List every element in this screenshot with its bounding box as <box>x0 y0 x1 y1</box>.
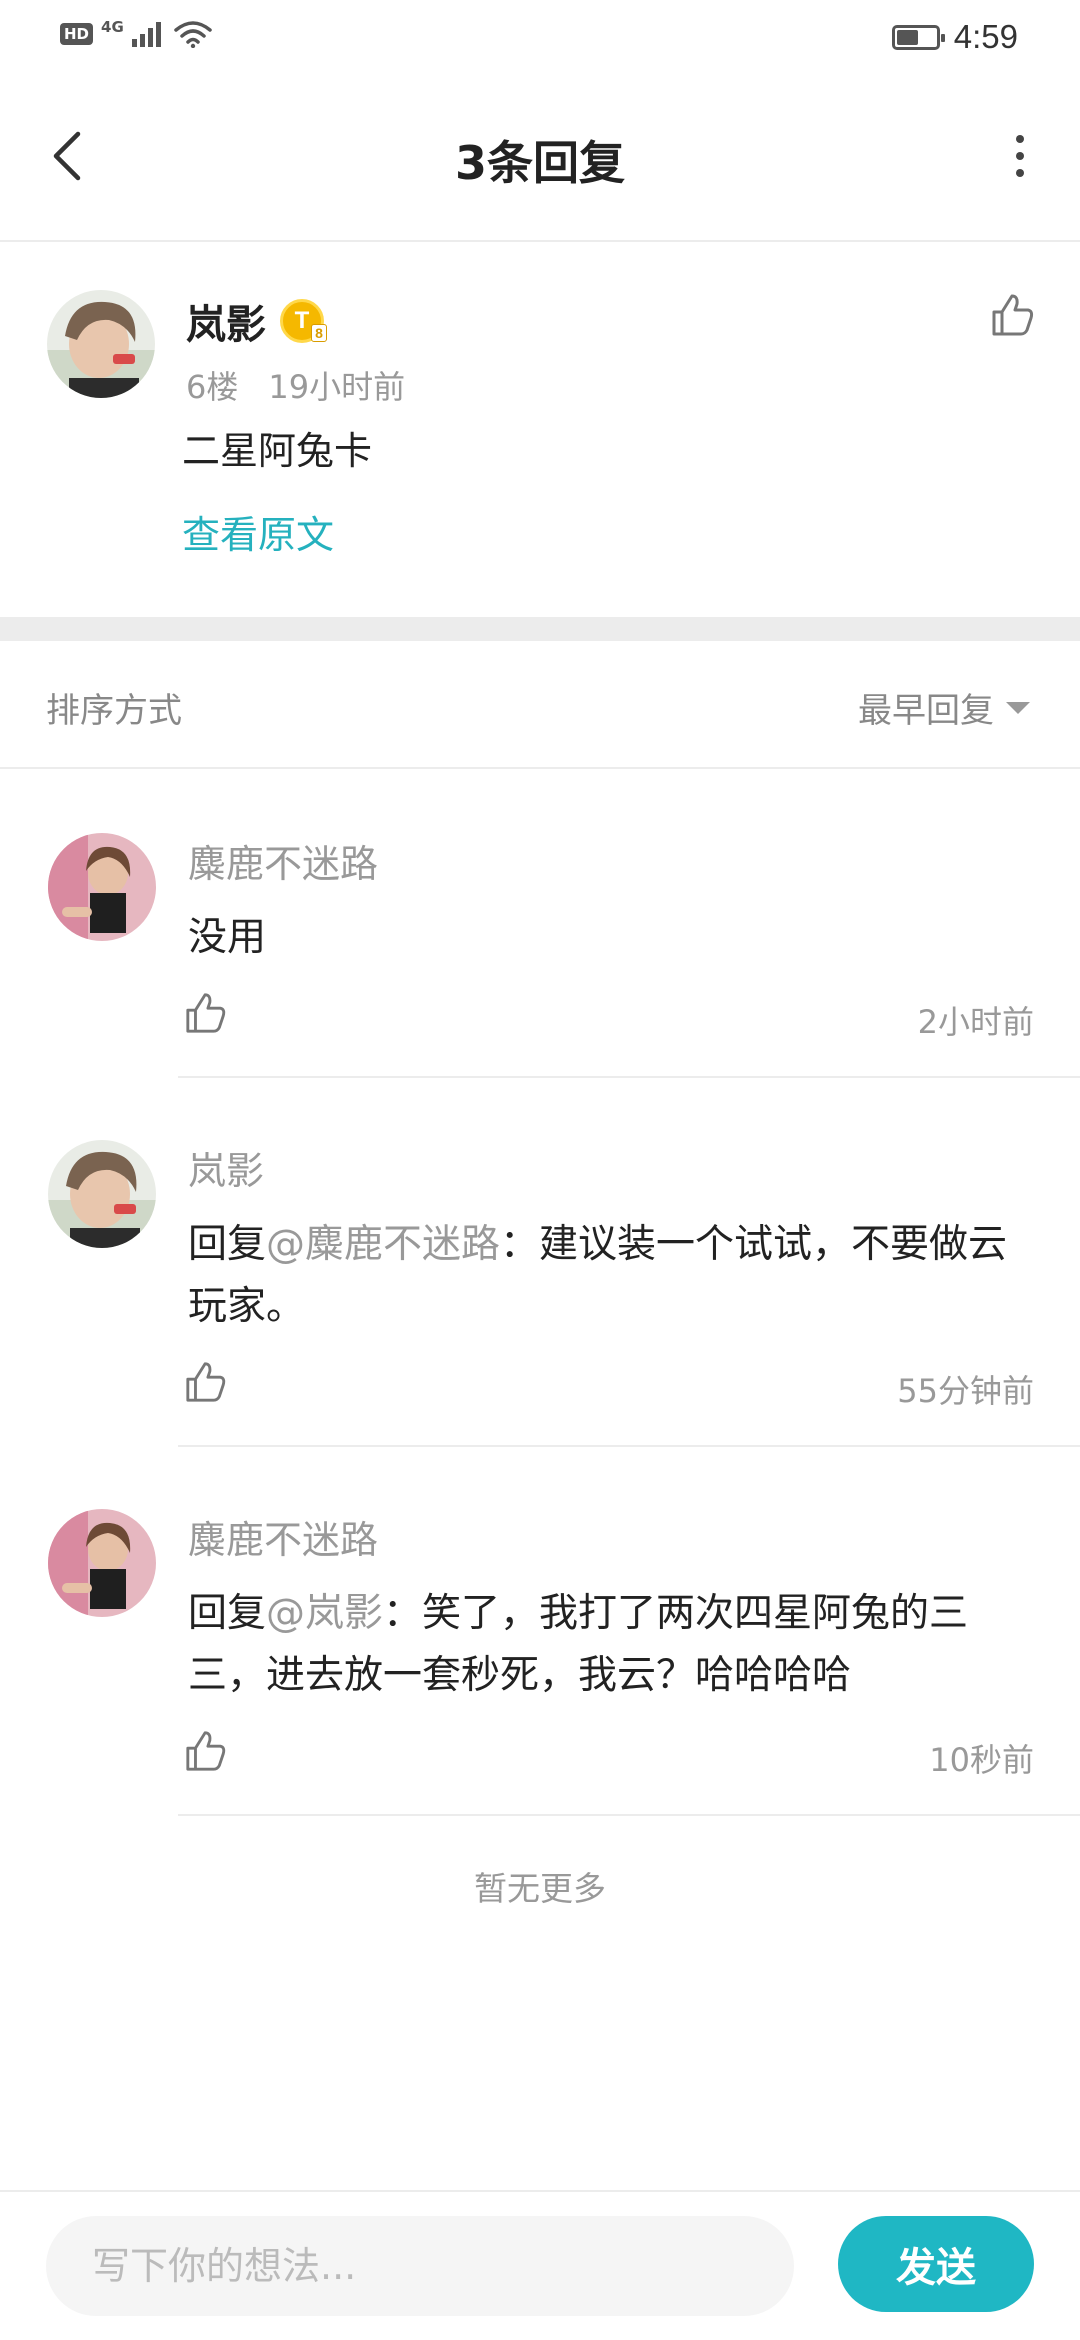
hd-badge: HD <box>60 23 94 45</box>
reply-prefix: 回复 <box>188 1222 267 1267</box>
badge-letter: T <box>294 307 310 334</box>
page-title: 3条回复 <box>454 136 625 190</box>
send-button[interactable]: 发送 <box>838 2216 1034 2312</box>
more-vertical-icon-dot <box>1016 152 1024 160</box>
more-vertical-icon-dot <box>1016 169 1024 177</box>
section-divider <box>0 617 1080 641</box>
reply-time: 2小时前 <box>917 1003 1034 1041</box>
reply-time: 55分钟前 <box>897 1372 1034 1410</box>
status-bar: HD 4G 4:59 <box>0 0 1080 75</box>
mention-link[interactable]: @岚影 <box>266 1591 383 1636</box>
caret-down-icon <box>1006 701 1030 714</box>
signal-icon <box>131 22 161 47</box>
level-badge-icon: T 8 <box>280 299 327 343</box>
reply-author[interactable]: 麋鹿不迷路 <box>188 833 378 888</box>
reply-item: 岚影 回复@麋鹿不迷路：建议装一个试试，不要做云玩家。 55分钟前 <box>0 1078 1080 1447</box>
reply-author[interactable]: 岚影 <box>188 1140 264 1195</box>
reply-prefix: 回复 <box>188 1591 267 1636</box>
post-text: 二星阿兔卡 <box>182 429 373 473</box>
post-author-row: 岚影 T 8 <box>186 292 327 350</box>
sort-label: 排序方式 <box>46 691 182 731</box>
comment-composer: 发送 <box>0 2190 1080 2340</box>
sort-dropdown[interactable]: 最早回复 <box>858 683 1030 732</box>
reply-item: 麋鹿不迷路 回复@岚影：笑了，我打了两次四星阿兔的三三，进去放一套秒死，我云？哈… <box>0 1447 1080 1816</box>
avatar-image <box>48 833 156 941</box>
more-vertical-icon <box>1016 135 1024 143</box>
status-left: HD 4G <box>60 18 212 48</box>
badge-sub: 8 <box>311 324 327 342</box>
reply-text: 回复@麋鹿不迷路：建议装一个试试，不要做云玩家。 <box>188 1214 1038 1338</box>
reply-time: 10秒前 <box>929 1741 1034 1779</box>
reply-author[interactable]: 麋鹿不迷路 <box>188 1509 378 1564</box>
divider <box>178 1814 1080 1816</box>
post-time: 19小时前 <box>268 368 406 406</box>
network-label: 4G <box>101 18 124 36</box>
like-button[interactable] <box>184 1729 230 1775</box>
like-button[interactable] <box>990 292 1040 342</box>
avatar[interactable] <box>48 833 156 941</box>
thumbs-up-icon <box>186 993 226 1033</box>
reply-body: 没用 <box>188 915 267 960</box>
post-author[interactable]: 岚影 <box>186 292 266 350</box>
sort-selected: 最早回复 <box>858 691 994 731</box>
more-button[interactable] <box>1000 125 1040 187</box>
reply-text: 回复@岚影：笑了，我打了两次四星阿兔的三三，进去放一套秒死，我云？哈哈哈哈 <box>188 1583 1038 1707</box>
sort-bar: 排序方式 最早回复 <box>0 641 1080 769</box>
avatar-image <box>48 1509 156 1617</box>
avatar-image <box>48 1140 156 1248</box>
original-post: 岚影 T 8 6楼 19小时前 二星阿兔卡 查看原文 <box>0 242 1080 617</box>
reply-item: 麋鹿不迷路 没用 2小时前 <box>0 771 1080 1078</box>
nav-bar: 3条回复 <box>0 75 1080 242</box>
view-original-link[interactable]: 查看原文 <box>182 504 334 559</box>
avatar[interactable] <box>48 1509 156 1617</box>
no-more-label: 暂无更多 <box>474 1869 606 1908</box>
avatar[interactable] <box>47 290 155 398</box>
wifi-icon <box>174 21 212 48</box>
like-button[interactable] <box>184 1360 230 1406</box>
avatar[interactable] <box>48 1140 156 1248</box>
reply-text: 没用 <box>188 907 1038 969</box>
comment-input[interactable] <box>46 2216 794 2316</box>
clock: 4:59 <box>953 18 1018 55</box>
mention-link[interactable]: @麋鹿不迷路 <box>266 1222 500 1267</box>
battery-icon <box>891 24 945 50</box>
battery-level <box>896 29 918 45</box>
like-button[interactable] <box>184 991 230 1037</box>
thumbs-up-icon <box>186 1362 226 1402</box>
avatar-image <box>47 290 155 398</box>
thumbs-up-icon <box>186 1731 226 1771</box>
post-floor: 6楼 <box>186 368 239 406</box>
post-meta: 6楼 19小时前 <box>186 362 405 408</box>
thumbs-up-icon <box>992 294 1034 336</box>
status-right: 4:59 <box>891 18 1018 56</box>
